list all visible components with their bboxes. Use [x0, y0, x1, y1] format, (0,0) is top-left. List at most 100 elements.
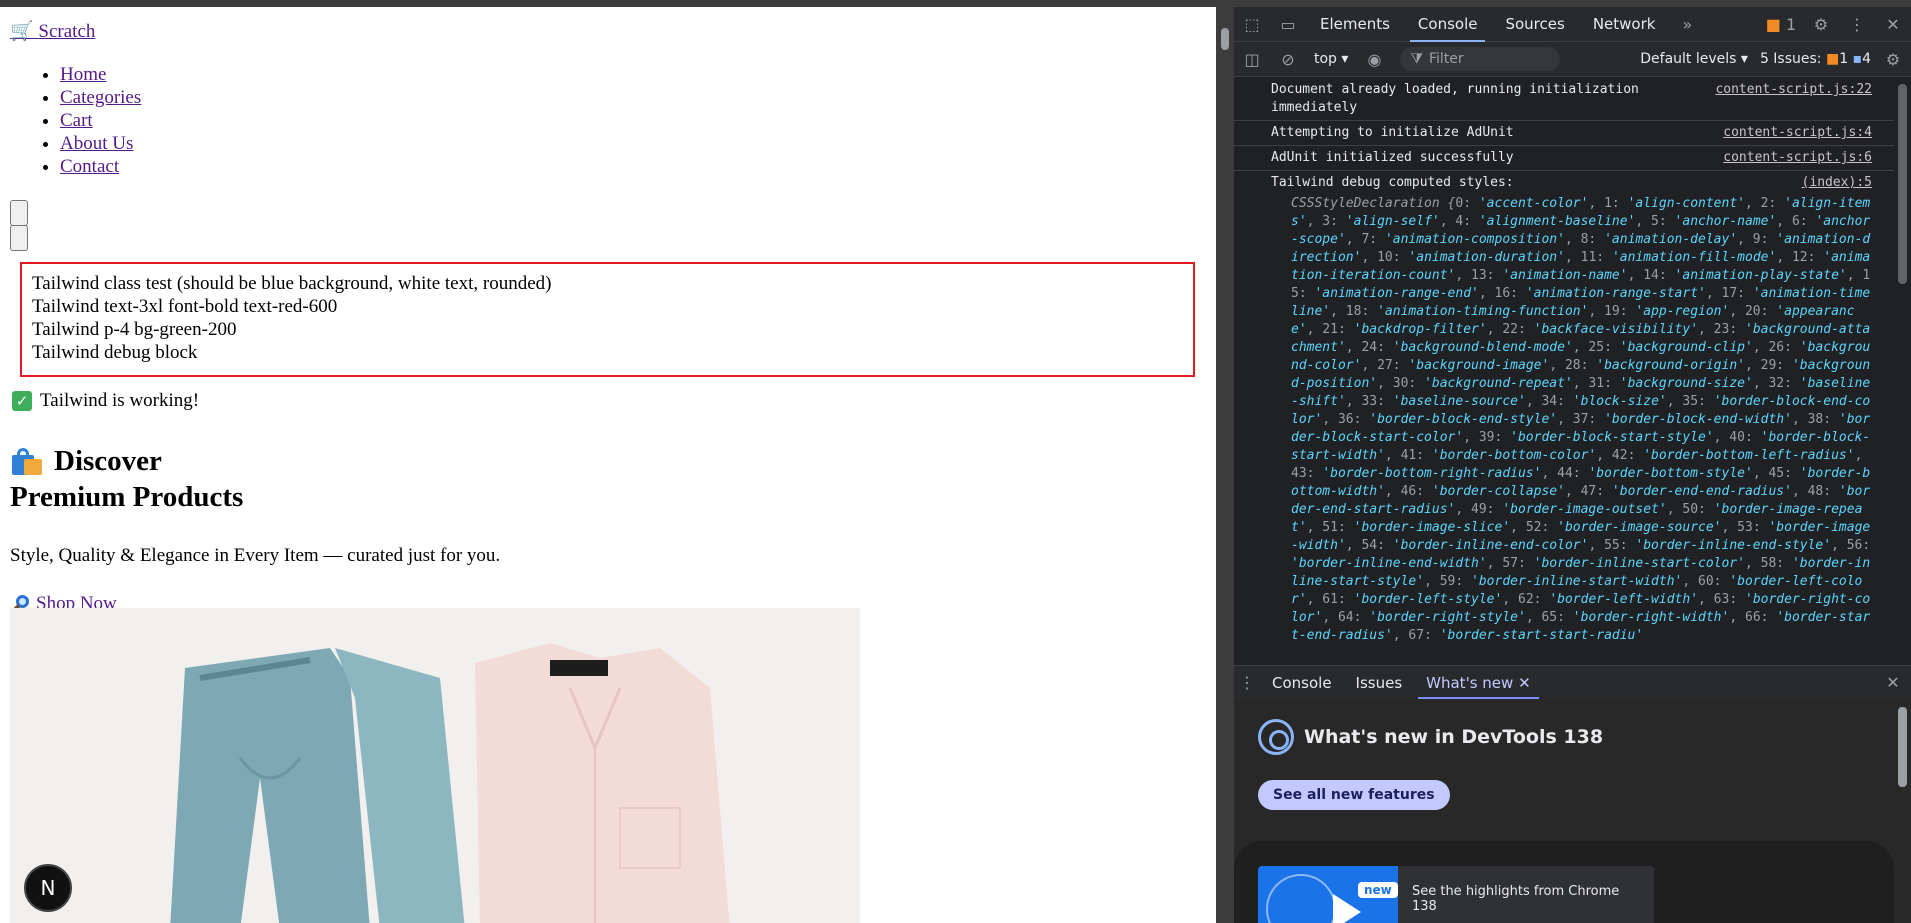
tab-network[interactable]: Network	[1579, 7, 1670, 42]
console-source-link[interactable]: (index):5	[1802, 174, 1872, 192]
empty-button-2[interactable]	[10, 225, 28, 251]
drawer-scroll-thumb[interactable]	[1898, 707, 1907, 787]
computed-style-object[interactable]: CSSStyleDeclaration {0: 'accent-color', …	[1234, 195, 1894, 645]
drawer-tab-whats-new[interactable]: What's new ✕	[1414, 666, 1542, 700]
highlight-thumbnail: new	[1258, 866, 1398, 923]
css-prop-index: , 22:	[1486, 322, 1534, 337]
css-prop-index: , 33:	[1345, 394, 1393, 409]
css-prop-index: , 2:	[1744, 196, 1785, 211]
css-prop-name: 'animation-play-state'	[1674, 268, 1847, 283]
sidebar-toggle-icon[interactable]: ◫	[1234, 42, 1270, 77]
css-prop-index: , 59:	[1424, 574, 1472, 589]
css-prop-name: 'border-bottom-style'	[1588, 466, 1753, 481]
tailwind-working-note: ✓ Tailwind is working!	[12, 390, 199, 412]
css-prop-name: 'border-bottom-color'	[1431, 448, 1597, 463]
jeans-and-shirt-illustration	[10, 608, 860, 923]
css-prop-name: 'accent-color'	[1478, 196, 1589, 211]
console-scrollbar[interactable]	[1894, 78, 1911, 665]
css-prop-index: , 62:	[1502, 592, 1550, 607]
css-prop-index: , 34:	[1525, 394, 1573, 409]
working-text: Tailwind is working!	[40, 390, 200, 411]
css-prop-index: , 13:	[1455, 268, 1503, 283]
issues-label: 5 Issues:	[1759, 51, 1822, 67]
hero-title: Discover Premium Products	[10, 443, 243, 515]
live-expression-eye-icon[interactable]: ◉	[1356, 42, 1392, 77]
highlight-item[interactable]: new See the highlights from Chrome 138	[1258, 866, 1654, 923]
issues-counter[interactable]: 5 Issues: ■1 ▪4	[1756, 51, 1875, 67]
whats-new-title: What's new in DevTools 138	[1304, 726, 1604, 748]
css-prop-index: , 9:	[1737, 232, 1777, 247]
nav-link-cart[interactable]: Cart	[60, 110, 93, 131]
css-prop-index: 0:	[1455, 196, 1479, 211]
warning-counter[interactable]: ■ 1	[1759, 7, 1803, 42]
css-prop-index: , 16:	[1478, 286, 1526, 301]
css-prop-name: 'border-block-start-style'	[1510, 430, 1714, 445]
filter-icon: ⧩	[1410, 51, 1423, 67]
debug-line: Tailwind p-4 bg-green-200	[32, 319, 237, 340]
css-prop-name: 'animation-range-start'	[1525, 286, 1706, 301]
device-toolbar-icon[interactable]: ▭	[1270, 7, 1306, 42]
css-prop-index: , 46:	[1384, 484, 1432, 499]
devtools-panel: ⬚ ▭ Elements Console Sources Network » ■…	[1234, 7, 1911, 923]
nav-link-about[interactable]: About Us	[60, 133, 133, 154]
drawer-scrollbar[interactable]	[1894, 699, 1911, 923]
close-devtools-icon[interactable]: ✕	[1875, 7, 1911, 42]
css-prop-name: 'background-image'	[1408, 358, 1550, 373]
css-prop-index: , 19:	[1588, 304, 1636, 319]
css-prop-name: 'background-clip'	[1619, 340, 1753, 355]
tab-elements[interactable]: Elements	[1306, 7, 1404, 42]
css-prop-name: 'border-inline-start-color'	[1533, 556, 1745, 571]
web-page: 🛒 Scratch Home Categories Cart About Us …	[0, 7, 1216, 923]
close-tab-icon[interactable]: ✕	[1518, 674, 1531, 692]
nav-link-contact[interactable]: Contact	[60, 156, 119, 177]
whats-new-heading: What's new in DevTools 138	[1258, 719, 1603, 755]
nav-link-home[interactable]: Home	[60, 64, 106, 85]
scroll-thumb[interactable]	[1221, 28, 1229, 50]
css-prop-name: 'animation-timing-function'	[1377, 304, 1589, 319]
more-tabs-icon[interactable]: »	[1669, 7, 1705, 42]
hero-title-line1: Discover	[54, 445, 162, 477]
console-source-link[interactable]: content-script.js:6	[1723, 149, 1872, 167]
context-select[interactable]: top ▾	[1306, 51, 1356, 67]
css-prop-index: , 35:	[1666, 394, 1714, 409]
settings-icon[interactable]: ⚙	[1803, 7, 1839, 42]
console-source-link[interactable]: content-script.js:4	[1723, 124, 1872, 142]
css-prop-index: , 61:	[1306, 592, 1354, 607]
drawer-tab-console[interactable]: Console	[1260, 666, 1344, 700]
console-source-link[interactable]: content-script.js:22	[1715, 81, 1872, 99]
drawer-tab-issues[interactable]: Issues	[1344, 666, 1415, 700]
tab-sources[interactable]: Sources	[1491, 7, 1578, 42]
tab-console[interactable]: Console	[1404, 7, 1492, 42]
css-prop-name: 'background-size'	[1619, 376, 1753, 391]
console-scroll-thumb[interactable]	[1898, 84, 1907, 284]
page-scrollbar[interactable]	[1216, 7, 1234, 923]
kebab-menu-icon[interactable]: ⋮	[1839, 7, 1875, 42]
css-prop-name: 'background-blend-mode'	[1392, 340, 1573, 355]
css-prop-index: , 11:	[1564, 250, 1612, 265]
hero-tagline: Style, Quality & Elegance in Every Item …	[10, 545, 501, 566]
css-prop-index: , 18:	[1330, 304, 1378, 319]
drawer-menu-icon[interactable]: ⋮	[1234, 665, 1260, 700]
css-prop-index: , 37:	[1557, 412, 1605, 427]
css-prop-index: , 56:	[1831, 538, 1871, 553]
css-prop-index: , 64:	[1322, 610, 1370, 625]
console-settings-icon[interactable]: ⚙	[1875, 42, 1911, 77]
css-prop-index: , 50:	[1666, 502, 1714, 517]
nav-link-categories[interactable]: Categories	[60, 87, 141, 108]
whats-new-panel: What's new in DevTools 138 See all new f…	[1234, 699, 1911, 923]
inspect-element-icon[interactable]: ⬚	[1234, 7, 1270, 42]
empty-button-1[interactable]	[10, 200, 28, 226]
css-prop-name: 'background-origin'	[1596, 358, 1745, 373]
clear-console-icon[interactable]: ⊘	[1270, 42, 1306, 77]
css-prop-index: , 25:	[1572, 340, 1620, 355]
css-prop-name: 'backface-visibility'	[1533, 322, 1699, 337]
close-drawer-icon[interactable]: ✕	[1875, 665, 1911, 700]
brand-link[interactable]: 🛒 Scratch	[10, 19, 95, 43]
nextjs-dev-badge[interactable]: N	[24, 864, 72, 912]
css-prop-index: , 10:	[1361, 250, 1409, 265]
css-prop-name: 'border-start-start-radiu'	[1439, 628, 1644, 643]
log-levels-select[interactable]: Default levels ▾	[1632, 51, 1756, 67]
console-toolbar: ◫ ⊘ top ▾ ◉ ⧩ Filter Default levels ▾ 5 I…	[1234, 42, 1911, 77]
filter-input[interactable]: ⧩ Filter	[1400, 47, 1561, 71]
see-all-features-button[interactable]: See all new features	[1258, 780, 1450, 810]
